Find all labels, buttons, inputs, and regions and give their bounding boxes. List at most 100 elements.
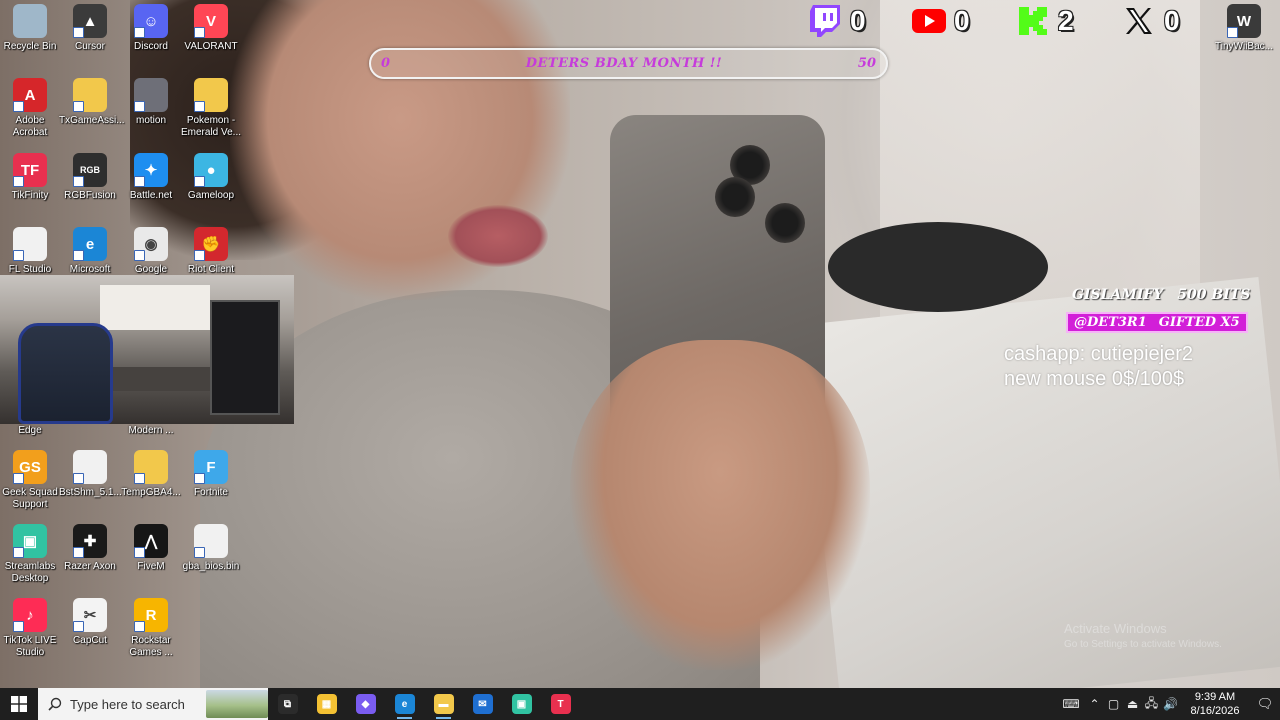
file-icon: [73, 450, 107, 484]
taskbar-app-edge[interactable]: e: [385, 688, 424, 720]
desktop-icon-tinywii[interactable]: W TinyWiiBac...: [1213, 4, 1275, 53]
mouse-goal-line: new mouse 0$/100$: [1004, 368, 1185, 390]
system-tray: ⌨ ⌃ ▢ ⏏ 🖧 🔊 9:39 AM 8/16/2026 🗨: [1057, 688, 1280, 720]
taskbar-app-copilot[interactable]: ◆: [346, 688, 385, 720]
fortnite-icon: F: [194, 450, 228, 484]
capcut-icon: ✂: [73, 598, 107, 632]
fivem-icon: ⋀: [134, 524, 168, 558]
x-icon: [1122, 4, 1156, 38]
desktop-icon-label: RGBFusion: [64, 190, 116, 201]
desktop-icon-battlenet[interactable]: ✦ Battle.net: [120, 153, 182, 202]
taskbar-search-box[interactable]: Type here to search: [38, 688, 268, 720]
gift-alert: @DET3R1 GIFTED X5: [1066, 312, 1248, 333]
desktop-icon-tempgba[interactable]: TempGBA4...: [120, 450, 182, 499]
taskbar-app-store[interactable]: ▦: [307, 688, 346, 720]
taskbar-app-streamlabs[interactable]: ▣: [502, 688, 541, 720]
desktop-icon-modern[interactable]: Modern ...: [120, 425, 182, 437]
desktop-icon-recycle[interactable]: Recycle Bin: [0, 4, 61, 53]
desktop-icon-label: Rockstar Games ...: [129, 635, 173, 658]
bits-alert-amount: 500 BITS: [1177, 287, 1251, 303]
watermark-sub: Go to Settings to activate Windows.: [1064, 639, 1222, 650]
desktop-icon-flstudio[interactable]: FL Studio: [0, 227, 61, 276]
clock[interactable]: 9:39 AM 8/16/2026: [1180, 690, 1250, 718]
desktop-icon-rgbfusion[interactable]: RGB RGBFusion: [59, 153, 121, 202]
folder-icon: [134, 450, 168, 484]
desktop-icon-label: TinyWiiBac...: [1215, 41, 1273, 52]
cashapp-line: cashapp: cutiepiejer2: [1004, 343, 1194, 365]
x-count: 0: [1164, 5, 1180, 36]
bits-alert-user: GISLAMIFY: [1072, 287, 1164, 303]
desktop-icon-label: TempGBA4...: [121, 487, 181, 498]
folder-icon: [73, 78, 107, 112]
desktop-icon-motion[interactable]: motion: [120, 78, 182, 127]
gift-alert-user: @DET3R1: [1074, 315, 1147, 330]
volume-icon[interactable]: 🔊: [1161, 688, 1180, 720]
geek-squad-icon: GS: [13, 450, 47, 484]
desktop-icon-label: TikFinity: [11, 190, 49, 201]
goal-start-value: 0: [381, 56, 391, 71]
desktop-icon-rockstar[interactable]: R Rockstar Games ...: [120, 598, 182, 659]
taskbar-app-tikfinity[interactable]: T: [541, 688, 580, 720]
tikfinity-icon: TF: [13, 153, 47, 187]
microsoft-store-icon: ▦: [316, 694, 337, 714]
network-icon[interactable]: 🖧: [1142, 688, 1161, 720]
edge-icon: e: [73, 227, 107, 261]
twitch-counter: 0: [808, 4, 866, 38]
activate-windows-watermark: Activate Windows Go to Settings to activ…: [1064, 621, 1222, 650]
desktop-icon-label: TxGameAssi...: [59, 115, 125, 126]
usb-icon[interactable]: ⏏: [1123, 688, 1142, 720]
desktop-icon-fortnite[interactable]: F Fortnite: [180, 450, 242, 499]
desktop-icon-gameloop[interactable]: ● Gameloop: [180, 153, 242, 202]
tinywii-icon: W: [1227, 4, 1261, 38]
desktop-icon-streamlabs[interactable]: ▣ Streamlabs Desktop: [0, 524, 61, 585]
chevron-up-icon[interactable]: ⌃: [1085, 688, 1104, 720]
goal-end-value: 50: [857, 56, 876, 71]
desktop-icon-geeksquad[interactable]: GS Geek Squad Support: [0, 450, 61, 511]
desktop-icon-cursor[interactable]: ▲ Cursor: [59, 4, 121, 53]
desktop-icon-tiktoklive[interactable]: ♪ TikTok LIVE Studio: [0, 598, 61, 659]
desktop-icon-capcut[interactable]: ✂ CapCut: [59, 598, 121, 647]
keyboard-icon[interactable]: ⌨: [1057, 688, 1085, 720]
desktop-icon-valorant[interactable]: V VALORANT: [180, 4, 242, 53]
razer-axon-icon: ✚: [73, 524, 107, 558]
gameloop-icon: ●: [194, 153, 228, 187]
desktop-icon-label: BstShm_5.1...: [59, 487, 122, 498]
desktop-icon-label: gba_bios.bin: [182, 561, 240, 572]
desktop-icon-riot[interactable]: ✊ Riot Client: [180, 227, 242, 276]
streamlabs-icon: ▣: [13, 524, 47, 558]
riot-client-icon: ✊: [194, 227, 228, 261]
folder-icon: [194, 78, 228, 112]
search-highlight-image: [206, 690, 268, 718]
desktop-icon-chrome[interactable]: ◉ Google: [120, 227, 182, 276]
desktop-icon-label: Recycle Bin: [3, 41, 57, 52]
taskbar-app-explorer[interactable]: ▬: [424, 688, 463, 720]
desktop-icon-pokemon[interactable]: Pokemon - Emerald Ve...: [180, 78, 242, 139]
desktop-icon-label: Pokemon - Emerald Ve...: [180, 115, 242, 138]
desktop-icon-edge1[interactable]: e Microsoft: [59, 227, 121, 276]
kick-icon: [1016, 4, 1050, 38]
watermark-title: Activate Windows: [1064, 621, 1167, 636]
taskbar-app-outlook[interactable]: ✉: [463, 688, 502, 720]
desktop-icon-discord[interactable]: ☺ Discord: [120, 4, 182, 53]
desktop-icon-fivem[interactable]: ⋀ FiveM: [120, 524, 182, 573]
desktop-icon-label: Battle.net: [129, 190, 173, 201]
twitch-icon: [808, 4, 842, 38]
desktop-icon-tikfinity[interactable]: TF TikFinity: [0, 153, 61, 202]
tray-app-icon[interactable]: ▢: [1104, 688, 1123, 720]
youtube-counter: 0: [912, 4, 970, 38]
desktop-icon-razer[interactable]: ✚ Razer Axon: [59, 524, 121, 573]
desktop-icon-label: VALORANT: [184, 41, 238, 52]
file-icon: [13, 227, 47, 261]
desktop-icon-txgame[interactable]: TxGameAssi...: [59, 78, 125, 127]
desktop-icon-label: Fortnite: [194, 487, 228, 498]
notification-icon[interactable]: 🗨: [1250, 688, 1280, 720]
start-button[interactable]: [0, 688, 38, 720]
desktop-icon-acrobat[interactable]: A Adobe Acrobat: [0, 78, 61, 139]
bits-alert: GISLAMIFY 500 BITS: [1072, 287, 1250, 303]
taskbar-app-taskview[interactable]: ⧉: [268, 688, 307, 720]
desktop-icon-edge2[interactable]: Edge: [0, 425, 61, 437]
desktop-icon-gbabios[interactable]: gba_bios.bin: [180, 524, 242, 573]
desktop-icon-label: FiveM: [137, 561, 165, 572]
task-view-icon: ⧉: [277, 694, 298, 714]
desktop-icon-bstshm[interactable]: BstShm_5.1...: [59, 450, 122, 499]
